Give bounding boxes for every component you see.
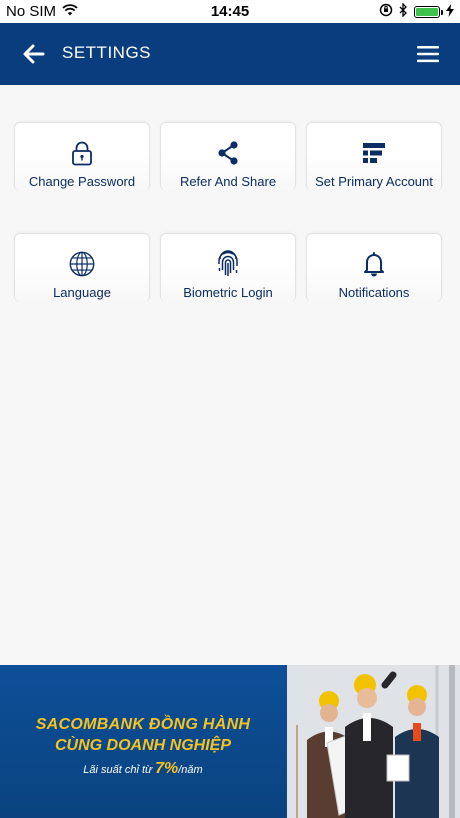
battery-icon [414,6,443,18]
banner-text-panel: SACOMBANK ĐỒNG HÀNH CÙNG DOANH NGHIỆP Lã… [0,665,286,818]
status-right [379,2,454,21]
set-primary-account-tile[interactable]: Set Primary Account [306,122,442,191]
banner-rate-prefix: Lãi suất chỉ từ [83,764,153,776]
banner-rate-suffix: /năm [178,764,203,776]
charging-icon [446,3,454,21]
header-bar: SETTINGS [0,23,460,85]
back-button[interactable] [18,39,50,69]
tile-label: Language [53,285,111,300]
orientation-lock-icon [379,3,393,21]
status-bar: No SIM 14:45 [0,0,460,23]
globe-icon [69,251,95,277]
promo-banner[interactable]: SACOMBANK ĐỒNG HÀNH CÙNG DOANH NGHIỆP Lã… [0,665,460,818]
lock-icon [69,140,95,166]
refer-and-share-tile[interactable]: Refer And Share [160,122,296,191]
fingerprint-icon [215,250,241,277]
banner-rate-value: 7% [155,760,179,777]
banner-headline-2: CÙNG DOANH NGHIỆP [54,737,231,754]
page-title: SETTINGS [62,43,152,62]
banner-rate-line: Lãi suất chỉ từ 7%/năm [0,760,286,778]
settings-grid: Change Password Refer And Share Set Prim… [14,122,442,302]
tile-label: Notifications [338,285,410,300]
banner-photo [287,665,460,818]
banner-headline-1: SACOMBANK ĐỒNG HÀNH [35,716,251,733]
menu-button[interactable] [414,41,442,67]
share-icon [215,140,241,166]
bell-icon [361,251,387,277]
biometric-login-tile[interactable]: Biometric Login [160,233,296,302]
primary-account-icon [361,140,387,166]
bluetooth-icon [399,2,408,21]
hamburger-menu-icon [417,46,439,63]
arrow-left-icon [23,44,45,64]
tile-label: Set Primary Account [315,174,433,189]
tile-label: Biometric Login [183,285,273,300]
tile-label: Refer And Share [179,174,277,189]
tile-label: Change Password [28,174,136,189]
change-password-tile[interactable]: Change Password [14,122,150,191]
notifications-tile[interactable]: Notifications [306,233,442,302]
language-tile[interactable]: Language [14,233,150,302]
